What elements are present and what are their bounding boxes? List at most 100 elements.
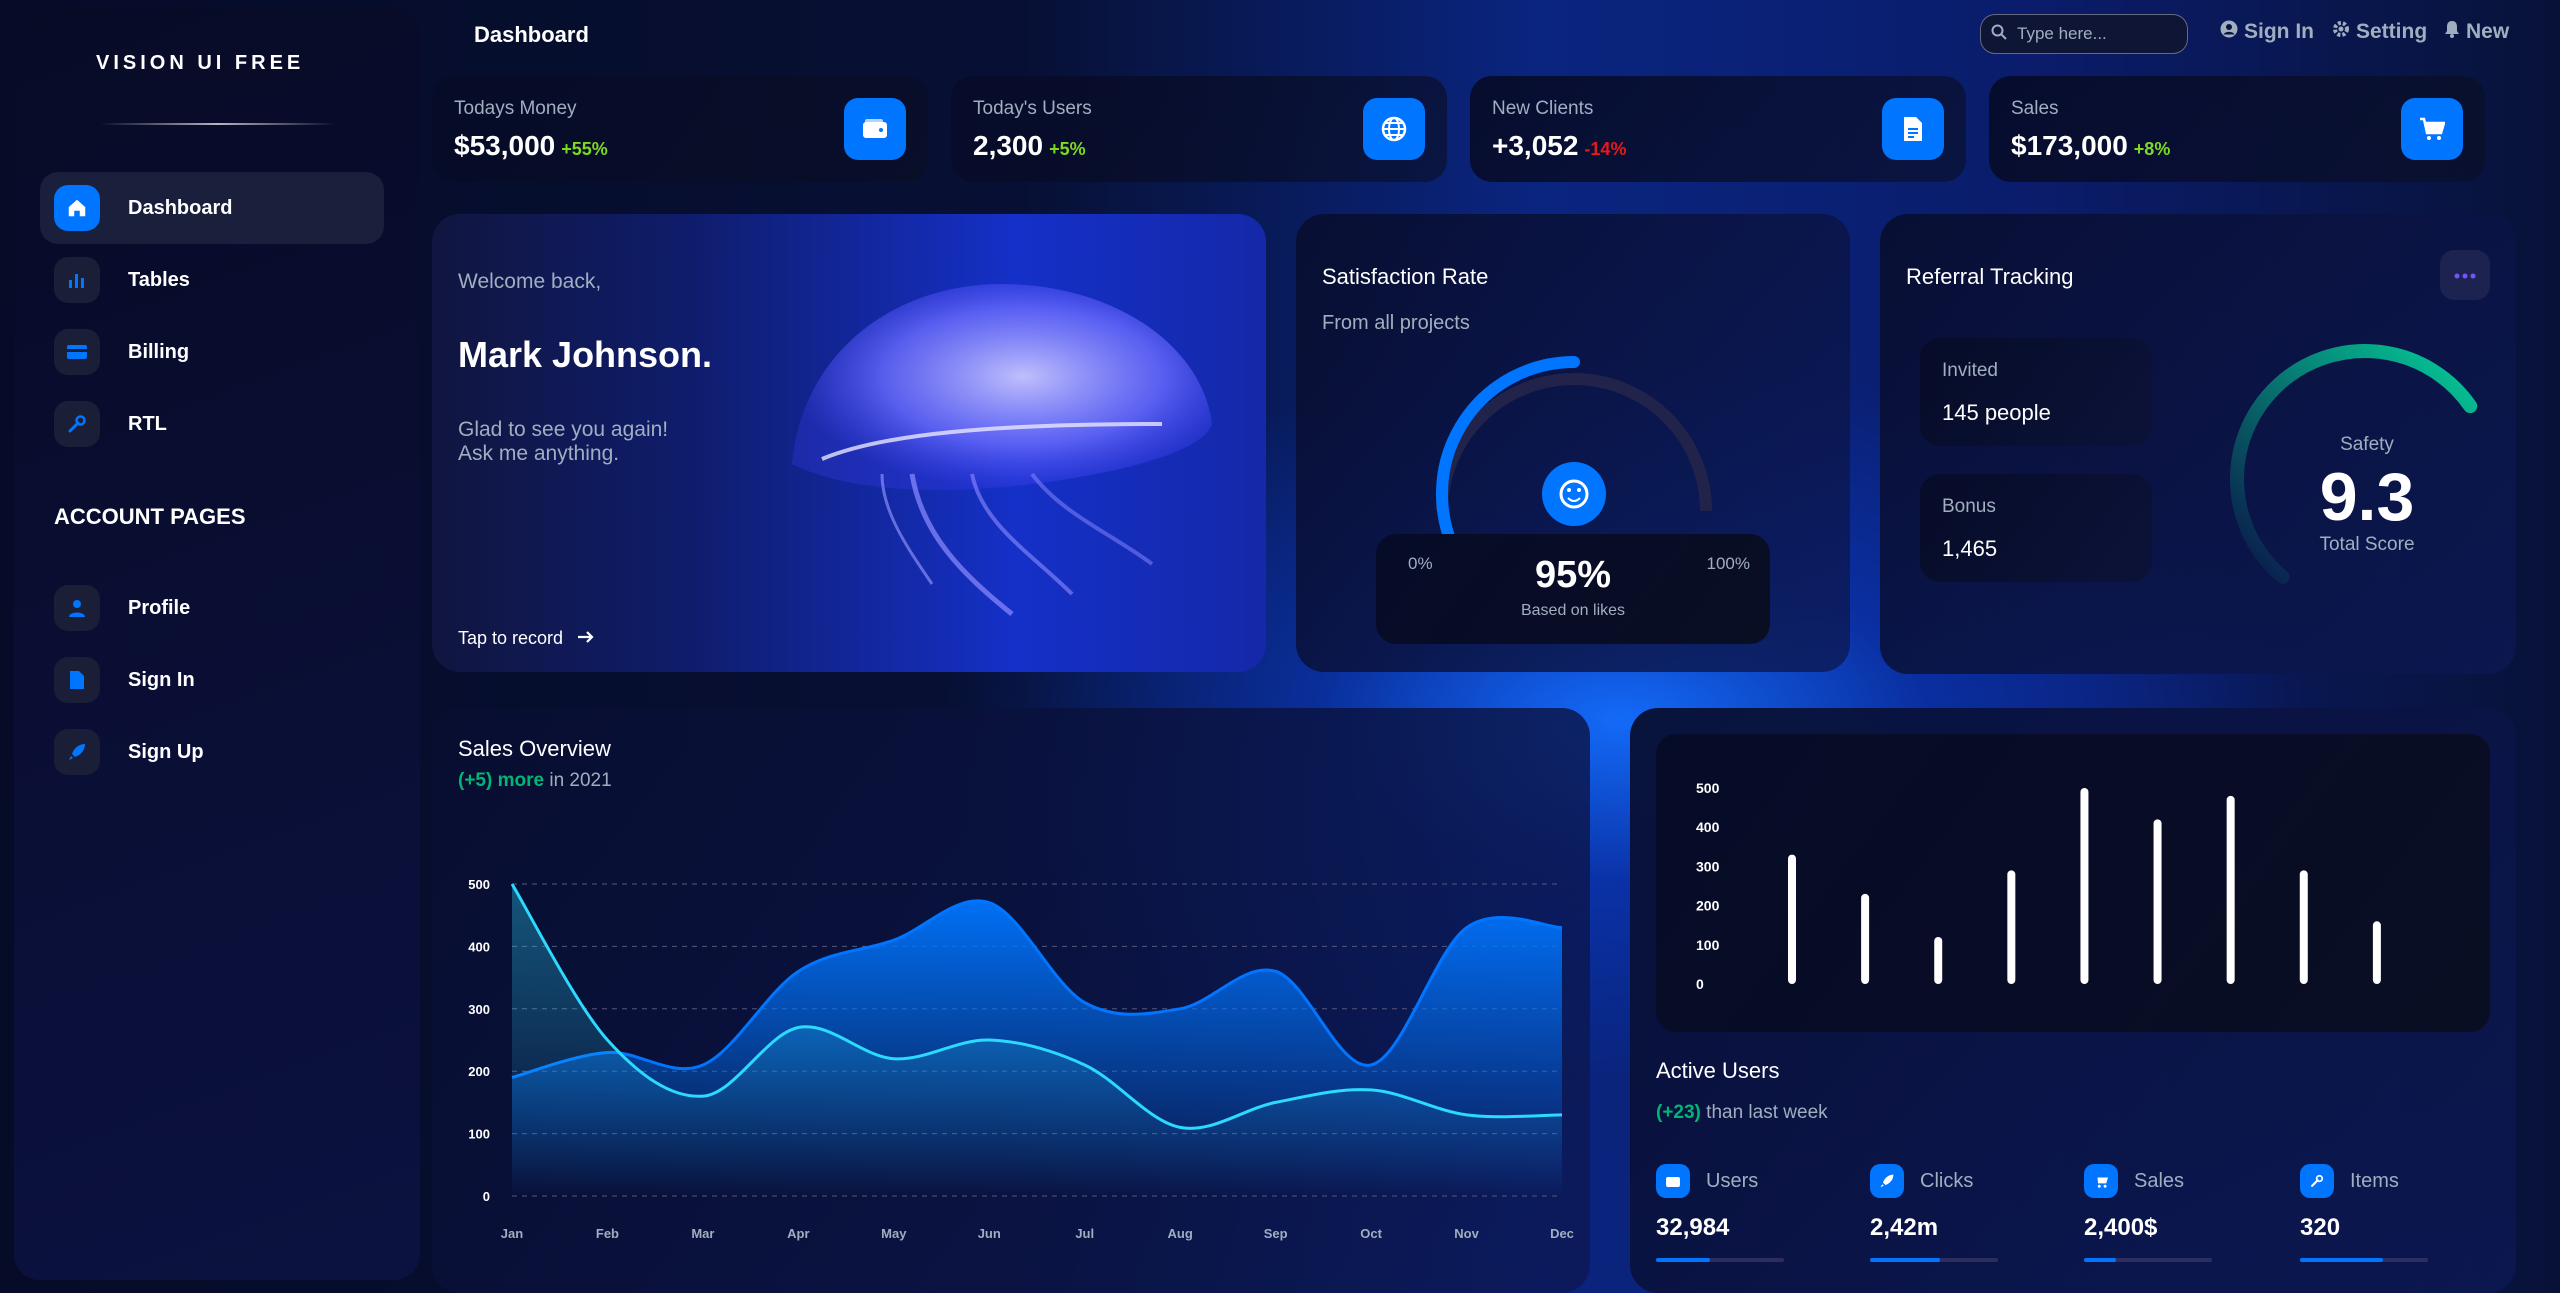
arrow-right-icon [577,628,595,649]
sales-overview-card: Sales Overview (+5) more in 2021 0 100 200… [432,708,1590,1293]
tap-to-record-link[interactable]: Tap to record [458,628,595,649]
satisfaction-subtitle: From all projects [1322,312,1470,334]
stat-progress [2300,1258,2428,1262]
gear-icon [2332,20,2350,44]
safety-label: Safety [2340,434,2394,455]
wallet-icon [1656,1164,1690,1198]
person-icon [54,585,100,631]
page-title: Dashboard [474,22,589,47]
bar [2153,819,2162,984]
cart-icon [2084,1164,2118,1198]
welcome-card: Welcome back, Mark Johnson. Glad to see … [432,214,1266,672]
stat-progress [1870,1258,1998,1262]
new-label: New [2466,20,2510,43]
search-icon [1991,24,2007,45]
search-input[interactable] [2017,24,2177,44]
stat-value: $53,000 [454,130,556,161]
wallet-icon [844,98,906,160]
sidebar-item-label: RTL [128,412,167,435]
stat-value: +3,052 [1492,130,1579,161]
tap-to-record-label: Tap to record [458,628,564,648]
y-tick-label: 0 [1696,976,1704,992]
setting-link[interactable]: Setting [2332,20,2427,44]
new-link[interactable]: New [2444,20,2509,44]
stat-change: +8% [2133,139,2171,159]
y-tick-label: 0 [483,1189,490,1204]
more-button[interactable] [2440,250,2490,300]
satisfaction-value: 95% [1534,554,1612,596]
document-icon [1882,98,1944,160]
x-tick-label: May [881,1226,907,1241]
stat-label: Sales [2134,1169,2185,1192]
x-tick-label: Sep [1264,1226,1288,1241]
y-tick-label: 300 [468,1002,490,1017]
y-tick-label: 100 [1696,937,1720,953]
stat-value: 2,42m [1870,1214,1939,1241]
stat-label: Users [1706,1169,1759,1192]
rocket-icon [54,729,100,775]
home-icon [54,185,100,231]
stat-title: Sales [2011,98,2059,119]
welcome-name: Mark Johnson. [458,334,713,375]
stat-card-sales: Sales $173,000 +8% [1989,76,2485,182]
stat-change: +5% [1049,139,1086,159]
rocket-icon [1870,1164,1904,1198]
signin-link[interactable]: Sign In [2220,20,2314,44]
invited-label: Invited [1942,360,1998,381]
x-tick-label: Jul [1075,1226,1094,1241]
bonus-box: Bonus 1,465 [1920,474,2152,582]
more-dots-icon [2454,266,2476,284]
x-tick-label: Apr [787,1226,809,1241]
satisfaction-info-box: 0% 100% 95% Based on likes [1376,534,1770,644]
sidebar-item-profile[interactable]: Profile [40,572,384,644]
y-tick-label: 300 [1696,858,1720,874]
y-tick-label: 200 [468,1064,490,1079]
sidebar-item-tables[interactable]: Tables [40,244,384,316]
active-users-stat-items: Items 320 [2300,1164,2428,1262]
x-tick-label: Aug [1168,1226,1193,1241]
y-tick-label: 100 [468,1127,490,1142]
y-tick-label: 500 [468,877,490,892]
bar [2299,870,2308,984]
jellyfish-illustration [792,284,1212,616]
invited-box: Invited 145 people [1920,338,2152,446]
sidebar-item-signup[interactable]: Sign Up [40,716,384,788]
brand-divider [100,123,336,125]
stat-progress [1656,1258,1784,1262]
stat-value: 320 [2300,1214,2341,1241]
active-users-chart: 0 100 200 300 400 500 [1696,780,2381,992]
bonus-value: 1,465 [1942,536,1998,561]
active-users-stat-sales: Sales 2,400$ [2084,1164,2212,1262]
welcome-line1: Glad to see you again! [458,418,669,441]
smile-icon [1542,462,1606,526]
bar-chart-icon [54,257,100,303]
x-tick-label: Feb [596,1226,619,1241]
credit-card-icon [54,329,100,375]
satisfaction-card: Satisfaction Rate From all projects 0% 1… [1296,214,1850,672]
active-users-stat-users: Users 32,984 [1656,1164,1784,1262]
sidebar-item-billing[interactable]: Billing [40,316,384,388]
y-tick-label: 400 [468,939,490,954]
stat-card-money: Todays Money $53,000 +55% [432,76,928,182]
stat-progress [2084,1258,2212,1262]
sidebar-item-rtl[interactable]: RTL [40,388,384,460]
welcome-greeting: Welcome back, [458,270,602,293]
sidebar-item-signin[interactable]: Sign In [40,644,384,716]
safety-score-label: Total Score [2319,534,2415,555]
stat-title: New Clients [1492,98,1594,119]
stat-label: Items [2350,1169,2399,1192]
brand-logo: VISION UI FREE [96,52,305,74]
sidebar-item-label: Billing [128,340,190,363]
active-users-stat-clicks: Clicks 2,42m [1870,1164,1998,1262]
stat-value: 2,400$ [2084,1214,2158,1241]
bar [2372,921,2381,984]
stat-change: +55% [561,139,608,159]
wrench-icon [2300,1164,2334,1198]
active-users-highlight: (+23) [1656,1102,1701,1123]
sidebar-item-dashboard[interactable]: Dashboard [40,172,384,244]
satisfaction-caption: Based on likes [1520,602,1626,619]
bonus-label: Bonus [1942,496,1996,517]
bell-icon [2444,20,2460,44]
bar [1934,936,1943,984]
bar [2007,870,2016,984]
